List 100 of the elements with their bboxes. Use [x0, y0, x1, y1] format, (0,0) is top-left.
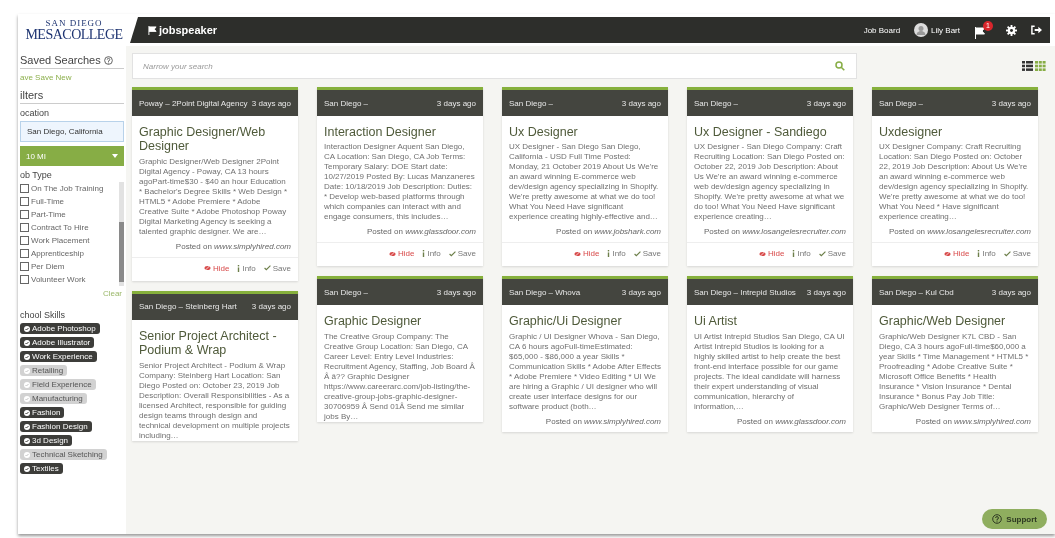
check-circle-icon	[24, 465, 30, 472]
skill-tag[interactable]: 3d Design	[20, 435, 73, 446]
job-type-option[interactable]: Part-Time	[20, 208, 119, 221]
save-button[interactable]: Save	[633, 249, 661, 259]
check-circle-icon	[24, 353, 30, 360]
caret-icon	[112, 154, 118, 158]
hide-button[interactable]: Hide	[388, 249, 415, 259]
checkbox[interactable]	[20, 184, 29, 193]
job-title[interactable]: Ux Designer	[509, 125, 661, 140]
job-description: UI Artist Intrepid Studios San Diego, CA UI Artist Intrepid Studios is looking for a highly skilled artist to help create the best front-end interface possible for our game projects. The ideal candidate will harness their expert understanding of visual communication, hierarchy of information,…	[694, 331, 846, 412]
job-description: Graphic/Web Designer K7L CBD - San Diego, CA 3 hours agoFull-time$60,000 a year Skills * Time Management * HTML5 * Proofreading * Adobe Creative Suite * Microsoft Office Benefits * Health Insurance * Vision Insurance * Dental Insurance * Bonus Pay Job Title: Graphic/Web Designer Terms of…	[879, 331, 1030, 412]
job-description: Senior Project Architect - Podium & Wrap Company: Steinberg Hart Location: San Diego Posted on: October 23, 2019 Job Description: Overall Responsibilities - As a licensed Architect, responsible for guiding design teams through design and technical development on multiple projects including…	[139, 360, 291, 441]
job-title[interactable]: Graphic Designer/Web Designer	[139, 125, 291, 154]
job-type-option[interactable]: Full-Time	[20, 195, 119, 208]
brand-logo[interactable]: jobspeaker	[148, 24, 218, 36]
job-location: San Diego – Whova	[509, 287, 581, 297]
avatar-icon	[914, 23, 929, 37]
job-location: Poway – 2Point Digital Agency	[139, 98, 248, 108]
filters-heading: ilters	[20, 89, 124, 104]
job-type-option[interactable]: Work Placement	[20, 234, 119, 247]
college-logo[interactable]: SAN DIEGO MESACOLLEGE	[18, 18, 130, 42]
job-type-option[interactable]: On The Job Training	[20, 182, 119, 195]
info-icon	[792, 250, 796, 258]
job-description: The Creative Group Company: The Creative Group Location: San Diego, CA Career Level: Entry Level Industries: Recruitment Agency, Staffing, Job Board Â Â â?? Graphic Designer https://www.careerarc.com/job-listing/the-creative-group-jobs-graphic-designer-30706959 Â Send 01Â Send me similar jobs By…	[324, 331, 476, 422]
skill-tag[interactable]: Manufacturing	[20, 393, 87, 404]
posted-source: Posted on www.jobshark.com	[555, 227, 661, 237]
check-circle-icon	[24, 423, 30, 430]
skill-tag[interactable]: Technical Sketching	[20, 449, 107, 460]
job-description: Graphic Designer/Web Designer 2Point Digital Agency - Poway, CA 13 hours agoPart-time$30 - $40 an hour Education * Bachelor's Degree Skills * Web Design * HTML5 * Adobe Premiere * Adobe Creative Suite * Adobe Photoshop Poway Digital Marketing Agency is seeking a talented graphic designer. We are…	[139, 156, 289, 237]
support-button[interactable]: Support	[982, 509, 1047, 529]
save-button[interactable]: Save	[1003, 249, 1031, 259]
info-button[interactable]: Info	[977, 249, 996, 259]
scrollbar[interactable]	[119, 182, 124, 286]
checkbox[interactable]	[20, 223, 29, 232]
info-icon	[977, 250, 981, 258]
skill-tag[interactable]: Textiles	[20, 463, 63, 474]
job-type-option[interactable]: Apprenticeship	[20, 247, 119, 260]
check-circle-icon	[24, 409, 30, 416]
job-location: San Diego –	[509, 98, 554, 108]
hide-button[interactable]: Hide	[943, 249, 970, 259]
checkbox[interactable]	[20, 236, 29, 245]
check-circle-icon	[24, 367, 30, 374]
skill-tag[interactable]: Fashion Design	[20, 421, 92, 432]
user-menu[interactable]: Lily Bart	[914, 23, 960, 37]
skill-tag[interactable]: Retailing	[20, 365, 68, 376]
checkbox[interactable]	[20, 275, 29, 284]
check-icon	[633, 250, 641, 257]
skill-tag[interactable]: Work Experience	[20, 351, 97, 362]
job-title[interactable]: Graphic/Ui Designer	[509, 314, 661, 329]
info-button[interactable]: Info	[607, 249, 626, 259]
posted-age: 3 days ago	[436, 287, 476, 297]
job-title[interactable]: Interaction Designer	[324, 125, 476, 140]
location-field[interactable]: San Diego, California	[20, 121, 124, 142]
eye-slash-icon	[943, 250, 951, 257]
hide-button[interactable]: Hide	[573, 249, 600, 259]
job-title[interactable]: Senior Project Architect - Podium & Wrap	[139, 328, 291, 358]
job-type-option[interactable]: Per Diem	[20, 260, 119, 273]
search-icon[interactable]	[835, 61, 845, 71]
skill-tag[interactable]: Adobe Illustrator	[20, 337, 95, 348]
checkbox[interactable]	[20, 262, 29, 271]
saved-searches-heading: Saved Searches	[20, 54, 101, 66]
job-title[interactable]: Ux Designer - Sandiego	[694, 125, 846, 140]
job-title[interactable]: Graphic Designer	[324, 314, 476, 329]
help-icon[interactable]	[103, 55, 113, 65]
skill-tag[interactable]: Fashion	[20, 407, 65, 418]
hide-button[interactable]: Hide	[758, 249, 785, 259]
settings-icon[interactable]	[1006, 24, 1017, 36]
posted-source: Posted on www.glassdoor.com	[365, 227, 476, 237]
nav-link[interactable]: Job Board	[863, 25, 901, 35]
check-icon	[263, 265, 271, 272]
info-button[interactable]: Info	[422, 249, 441, 259]
eye-slash-icon	[388, 250, 396, 257]
checkbox[interactable]	[20, 249, 29, 258]
eye-slash-icon	[758, 250, 766, 257]
info-button[interactable]: Info	[237, 263, 256, 273]
check-icon	[818, 250, 826, 257]
logout-icon[interactable]	[1031, 25, 1042, 35]
posted-source: Posted on www.losangelesrecruiter.com	[888, 227, 1031, 237]
check-circle-icon	[24, 395, 30, 402]
checkbox[interactable]	[20, 197, 29, 206]
info-button[interactable]: Info	[792, 249, 811, 259]
job-type-option[interactable]: Volunteer Work	[20, 273, 119, 286]
save-button[interactable]: Save	[263, 263, 291, 273]
job-title[interactable]: Uxdesigner	[879, 125, 1031, 140]
check-icon	[448, 250, 456, 257]
list-view-button[interactable]	[1022, 61, 1033, 71]
job-title[interactable]: Ui Artist	[694, 314, 846, 329]
search-field[interactable]: Narrow your search	[132, 53, 857, 79]
save-button[interactable]: Save	[818, 249, 846, 259]
job-type-option[interactable]: Contract To Hire	[20, 221, 119, 234]
checkbox[interactable]	[20, 210, 29, 219]
skill-tag[interactable]: Adobe Photoshop	[20, 323, 100, 334]
job-description: Interaction Designer Aquent San Diego, CA Location: San Diego, CA Job Terms: Temporary Salary: DOE Start date: 10/27/2019 Posted By: Lucas Manzaneres Date: 10/18/2019 Job Description: Duties: * Develop web-based platforms through which companies can interact with and engage consumers, this includes…	[324, 142, 476, 223]
job-title[interactable]: Graphic/Web Designer	[879, 314, 1031, 329]
info-icon	[422, 250, 426, 258]
skill-tag[interactable]: Field Experience	[20, 379, 96, 390]
hide-button[interactable]: Hide	[203, 263, 230, 273]
save-button[interactable]: Save	[448, 249, 476, 259]
posted-age: 3 days ago	[621, 98, 661, 108]
job-type-label: ob Type	[20, 170, 53, 180]
